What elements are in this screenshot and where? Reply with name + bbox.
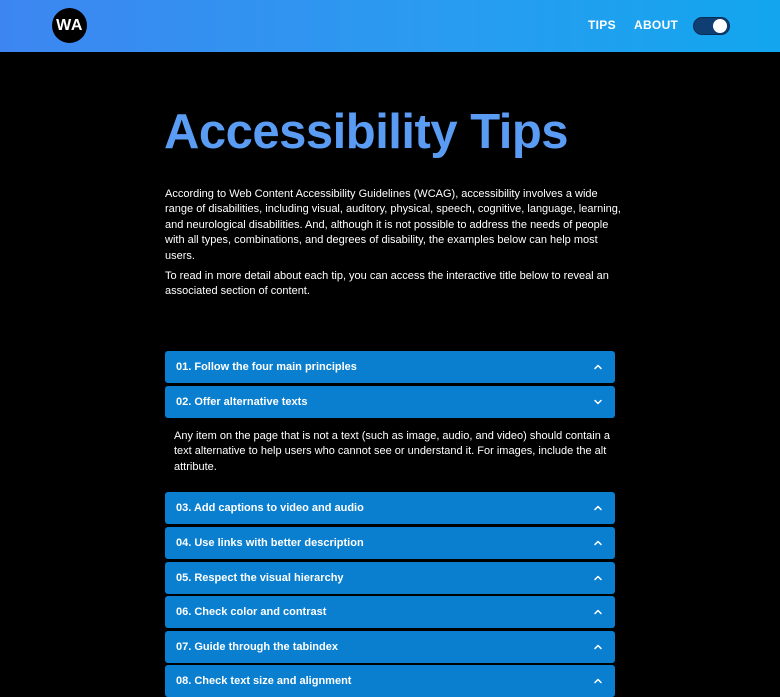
accordion-item-3: 03. Add captions to video and audio: [165, 492, 615, 524]
accordion-header-tabindex[interactable]: 07. Guide through the tabindex: [165, 631, 615, 663]
logo[interactable]: WA: [52, 8, 87, 43]
accordion-item-8: 08. Check text size and alignment: [165, 665, 615, 697]
accordion-label: 04. Use links with better description: [176, 537, 364, 549]
toggle-knob: [713, 19, 727, 33]
nav-link-about[interactable]: ABOUT: [634, 18, 678, 32]
accordion-header-text-size[interactable]: 08. Check text size and alignment: [165, 665, 615, 697]
chevron-up-icon: [594, 364, 602, 370]
accordion-label: 02. Offer alternative texts: [176, 396, 308, 408]
accordion-label: 08. Check text size and alignment: [176, 675, 352, 687]
accordion-label: 07. Guide through the tabindex: [176, 641, 338, 653]
chevron-up-icon: [594, 678, 602, 684]
accordion-label: 05. Respect the visual hierarchy: [176, 572, 344, 584]
accordion-label: 01. Follow the four main principles: [176, 361, 357, 373]
accordion-label: 06. Check color and contrast: [176, 606, 327, 618]
accordion-header-captions[interactable]: 03. Add captions to video and audio: [165, 492, 615, 524]
accordion-header-color-contrast[interactable]: 06. Check color and contrast: [165, 596, 615, 628]
accordion-header-alternative-texts[interactable]: 02. Offer alternative texts: [165, 386, 615, 418]
accordion-content-alternative-texts: Any item on the page that is not a text …: [174, 430, 610, 473]
top-nav-bar: WA TIPS ABOUT: [0, 0, 780, 52]
accordion-item-7: 07. Guide through the tabindex: [165, 631, 615, 663]
chevron-down-icon: [594, 399, 602, 405]
accordion-item-4: 04. Use links with better description: [165, 527, 615, 559]
theme-toggle[interactable]: [693, 17, 730, 35]
instructions-paragraph: To read in more detail about each tip, y…: [165, 270, 609, 298]
intro-paragraph: According to Web Content Accessibility G…: [165, 188, 621, 262]
accordion-item-2: 02. Offer alternative texts: [165, 386, 615, 418]
accordion-item-5: 05. Respect the visual hierarchy: [165, 562, 615, 594]
accordion-header-links[interactable]: 04. Use links with better description: [165, 527, 615, 559]
accordion-header-visual-hierarchy[interactable]: 05. Respect the visual hierarchy: [165, 562, 615, 594]
accordion-item-1: 01. Follow the four main principles: [165, 351, 615, 383]
accordion-label: 03. Add captions to video and audio: [176, 502, 364, 514]
accordion-item-6: 06. Check color and contrast: [165, 596, 615, 628]
nav-link-tips[interactable]: TIPS: [588, 18, 616, 32]
chevron-up-icon: [594, 644, 602, 650]
page-title: Accessibility Tips: [164, 105, 569, 159]
accordion-header-follow-principles[interactable]: 01. Follow the four main principles: [165, 351, 615, 383]
chevron-up-icon: [594, 540, 602, 546]
chevron-up-icon: [594, 505, 602, 511]
chevron-up-icon: [594, 609, 602, 615]
chevron-up-icon: [594, 575, 602, 581]
